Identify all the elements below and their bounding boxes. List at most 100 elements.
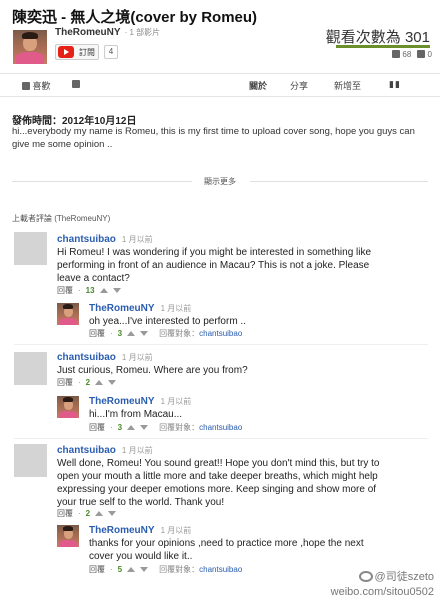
reply-to-label: 回覆對象：: [159, 565, 200, 574]
divider: [14, 438, 428, 439]
reply-time: 1 月以前: [160, 526, 192, 535]
like-label: 喜歡: [32, 81, 51, 91]
dislike-count: 0: [427, 50, 432, 59]
downvote-icon[interactable]: [112, 288, 121, 293]
watermark-url: weibo.com/sitou0502: [330, 586, 434, 598]
more-options-icon[interactable]: ▮▮: [389, 79, 401, 90]
reply-text: thanks for your opinions ,need to practi…: [89, 538, 364, 562]
reply-to: 回覆對象：chantsuibao: [159, 564, 242, 575]
vote-count: 2: [85, 378, 91, 387]
reply-to-name[interactable]: chantsuibao: [199, 329, 242, 338]
like-count: 68: [402, 50, 412, 59]
comment-actions: 回覆 · 2: [57, 377, 117, 388]
reply-to-label: 回覆對象：: [159, 329, 200, 338]
upvote-icon[interactable]: [127, 425, 136, 430]
downvote-icon[interactable]: [108, 380, 117, 385]
tab-about[interactable]: 關於: [249, 79, 267, 92]
reply-button[interactable]: 回覆: [57, 508, 73, 519]
comment-author[interactable]: chantsuibao: [57, 234, 116, 245]
dislike-count-group: 0: [417, 50, 432, 59]
video-title: 陳奕迅 - 無人之境(cover by Romeu): [12, 9, 258, 26]
reply-author[interactable]: TheRomeuNY: [89, 396, 155, 407]
reply-button[interactable]: 回覆: [57, 285, 73, 296]
reply-time: 1 月以前: [160, 304, 192, 313]
reply-author-line: TheRomeuNY 1 月以前: [89, 525, 191, 536]
downvote-icon[interactable]: [108, 511, 117, 516]
like-count-group: 68: [392, 50, 411, 59]
comment-actions: 回覆 · 2: [57, 508, 117, 519]
tab-add-to[interactable]: 新增至: [334, 79, 361, 92]
channel-info: TheRomeuNY · 1 部影片: [55, 27, 160, 38]
subscribe-button[interactable]: 訂閱: [55, 44, 99, 60]
reply-time: 1 月以前: [160, 397, 192, 406]
thumbs-up-icon: [22, 82, 30, 90]
reply-text: oh yea...I've interested to perform ..: [89, 316, 246, 327]
reply-author[interactable]: TheRomeuNY: [89, 525, 155, 536]
comment-author[interactable]: chantsuibao: [57, 445, 116, 456]
reply-author-line: TheRomeuNY 1 月以前: [89, 396, 191, 407]
comment-text: Hi Romeu! I was wondering if you might b…: [57, 247, 372, 284]
vote-count: 13: [85, 286, 95, 295]
like-button[interactable]: 喜歡: [22, 79, 51, 92]
comment-author-line: chantsuibao 1 月以前: [57, 352, 153, 363]
show-more-button[interactable]: 顯示更多: [0, 176, 440, 187]
reply-author[interactable]: TheRomeuNY: [89, 303, 155, 314]
youtube-logo-icon: [58, 46, 74, 58]
dislike-button[interactable]: [72, 79, 80, 89]
upvote-icon[interactable]: [95, 380, 104, 385]
upvote-icon[interactable]: [127, 567, 136, 572]
reply-button[interactable]: 回覆: [57, 377, 73, 388]
downvote-icon[interactable]: [140, 331, 149, 336]
video-description: hi...everybody my name is Romeu, this is…: [12, 126, 415, 150]
subscribe-label: 訂閱: [79, 47, 95, 57]
view-count: 觀看次數為 301: [325, 29, 430, 46]
reply-to: 回覆對象：chantsuibao: [159, 422, 242, 433]
tab-share[interactable]: 分享: [290, 79, 308, 92]
likes-summary: 68 0: [392, 50, 432, 59]
like-ratio-bar: [336, 45, 430, 48]
reply-to-name[interactable]: chantsuibao: [199, 423, 242, 432]
vote-count: 5: [117, 565, 123, 574]
vote-count: 3: [117, 329, 123, 338]
reply-author-line: TheRomeuNY 1 月以前: [89, 303, 191, 314]
thumbs-down-icon: [417, 50, 426, 58]
comment-time: 1 月以前: [121, 446, 153, 455]
comment-text: Just curious, Romeu. Where are you from?: [57, 365, 248, 376]
upvote-icon[interactable]: [95, 511, 104, 516]
reply-to: 回覆對象：chantsuibao: [159, 328, 242, 339]
reply-avatar[interactable]: [57, 396, 79, 418]
reply-to-name[interactable]: chantsuibao: [199, 565, 242, 574]
channel-avatar[interactable]: [13, 30, 47, 64]
commenter-avatar[interactable]: [14, 352, 47, 385]
vote-count: 3: [117, 423, 123, 432]
reply-avatar[interactable]: [57, 303, 79, 325]
upvote-icon[interactable]: [127, 331, 136, 336]
thumbs-down-icon: [72, 80, 80, 88]
watermark-handle: @司徒szeto: [358, 568, 434, 584]
comment-actions: 回覆 · 13: [57, 285, 121, 296]
downvote-icon[interactable]: [140, 425, 149, 430]
reply-actions: 回覆 · 3 回覆對象：chantsuibao: [89, 328, 243, 339]
comment-time: 1 月以前: [121, 235, 153, 244]
reply-to-label: 回覆對象：: [159, 423, 200, 432]
subscriber-count: 4: [104, 45, 118, 59]
comments-header: 上載者評論 (TheRomeuNY): [12, 214, 111, 223]
upvote-icon[interactable]: [99, 288, 108, 293]
comment-author-line: chantsuibao 1 月以前: [57, 445, 153, 456]
comment-text: Well done, Romeu! You sound great!! Hope…: [57, 458, 380, 508]
comment-time: 1 月以前: [121, 353, 153, 362]
downvote-icon[interactable]: [140, 567, 149, 572]
reply-text: hi...I'm from Macau...: [89, 409, 183, 420]
comment-author-line: chantsuibao 1 月以前: [57, 234, 153, 245]
comment-author[interactable]: chantsuibao: [57, 352, 116, 363]
reply-actions: 回覆 · 3 回覆對象：chantsuibao: [89, 422, 243, 433]
reply-button[interactable]: 回覆: [89, 328, 105, 339]
reply-actions: 回覆 · 5 回覆對象：chantsuibao: [89, 564, 243, 575]
reply-avatar[interactable]: [57, 525, 79, 547]
reply-button[interactable]: 回覆: [89, 564, 105, 575]
channel-name[interactable]: TheRomeuNY: [55, 27, 121, 38]
divider: [14, 344, 428, 345]
commenter-avatar[interactable]: [14, 232, 47, 265]
commenter-avatar[interactable]: [14, 444, 47, 477]
reply-button[interactable]: 回覆: [89, 422, 105, 433]
